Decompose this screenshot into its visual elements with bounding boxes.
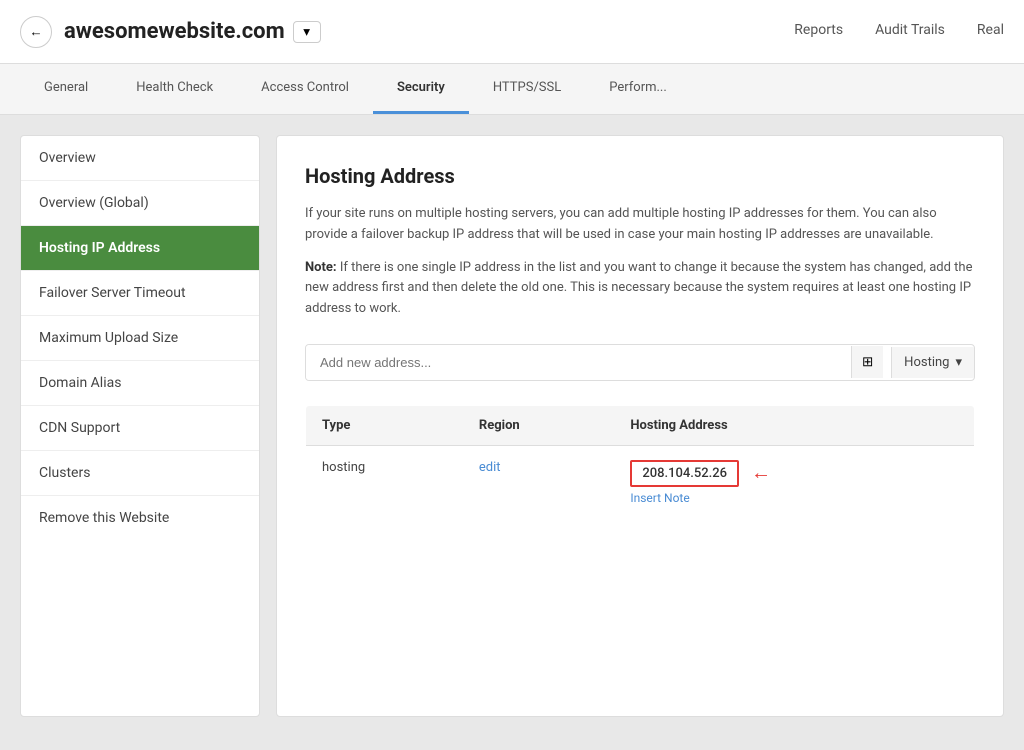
top-header: ← awesomewebsite.com ▾ Reports Audit Tra…: [0, 0, 1024, 64]
sub-tabs: General Health Check Access Control Secu…: [0, 64, 1024, 115]
insert-note-link[interactable]: Insert Note: [630, 491, 739, 505]
nav-item-audit-trails[interactable]: Audit Trails: [875, 2, 945, 61]
tab-perform[interactable]: Perform...: [585, 64, 691, 114]
sidebar: Overview Overview (Global) Hosting IP Ad…: [20, 135, 260, 717]
cell-type: hosting: [306, 445, 463, 519]
panel-note: Note: If there is one single IP address …: [305, 258, 975, 320]
sidebar-item-domain-alias[interactable]: Domain Alias: [21, 361, 259, 406]
back-icon: ←: [29, 24, 42, 39]
dropdown-icon: ▾: [303, 24, 310, 40]
copy-address-button[interactable]: ⊞: [851, 346, 883, 378]
table-header-row: Type Region Hosting Address: [306, 405, 975, 445]
main-content: Overview Overview (Global) Hosting IP Ad…: [0, 115, 1024, 737]
sidebar-item-hosting-ip-address[interactable]: Hosting IP Address: [21, 226, 259, 271]
site-title: awesomewebsite.com: [64, 19, 285, 44]
copy-icon: ⊞: [862, 354, 873, 370]
chevron-down-icon: ▾: [955, 355, 962, 370]
add-address-row: ⊞ Hosting ▾: [305, 344, 975, 381]
top-nav: Reports Audit Trails Real: [794, 2, 1004, 61]
col-hosting-address: Hosting Address: [614, 405, 974, 445]
content-panel: Hosting Address If your site runs on mul…: [276, 135, 1004, 717]
sidebar-item-cdn-support[interactable]: CDN Support: [21, 406, 259, 451]
add-address-input[interactable]: [306, 345, 843, 380]
sidebar-item-failover-server-timeout[interactable]: Failover Server Timeout: [21, 271, 259, 316]
col-type: Type: [306, 405, 463, 445]
sidebar-item-overview-global[interactable]: Overview (Global): [21, 181, 259, 226]
back-button[interactable]: ←: [20, 16, 52, 48]
panel-title: Hosting Address: [305, 164, 975, 188]
address-table: Type Region Hosting Address hosting edit…: [305, 405, 975, 520]
nav-item-reports[interactable]: Reports: [794, 2, 843, 61]
table-row: hosting edit 208.104.52.26 Insert Note ←: [306, 445, 975, 519]
sidebar-item-clusters[interactable]: Clusters: [21, 451, 259, 496]
tab-security[interactable]: Security: [373, 64, 469, 114]
arrow-indicator: ←: [751, 462, 771, 482]
sidebar-item-remove-website[interactable]: Remove this Website: [21, 496, 259, 540]
address-value-group: 208.104.52.26 Insert Note: [630, 460, 739, 505]
cell-region: edit: [463, 445, 614, 519]
hosting-type-select[interactable]: Hosting ▾: [891, 347, 974, 378]
note-body: If there is one single IP address in the…: [305, 260, 972, 317]
cell-hosting-address: 208.104.52.26 Insert Note ←: [614, 445, 974, 519]
note-prefix: Note:: [305, 260, 337, 275]
sidebar-item-maximum-upload-size[interactable]: Maximum Upload Size: [21, 316, 259, 361]
tab-access-control[interactable]: Access Control: [237, 64, 373, 114]
sidebar-item-overview[interactable]: Overview: [21, 136, 259, 181]
panel-description: If your site runs on multiple hosting se…: [305, 204, 975, 246]
tab-general[interactable]: General: [20, 64, 112, 114]
address-cell: 208.104.52.26 Insert Note ←: [630, 460, 958, 505]
tab-health-check[interactable]: Health Check: [112, 64, 237, 114]
hosting-type-label: Hosting: [904, 355, 949, 370]
tab-https-ssl[interactable]: HTTPS/SSL: [469, 64, 585, 114]
nav-item-real[interactable]: Real: [977, 2, 1004, 61]
site-dropdown-button[interactable]: ▾: [293, 21, 321, 43]
address-box: 208.104.52.26: [630, 460, 739, 487]
col-region: Region: [463, 405, 614, 445]
edit-region-link[interactable]: edit: [479, 460, 501, 475]
